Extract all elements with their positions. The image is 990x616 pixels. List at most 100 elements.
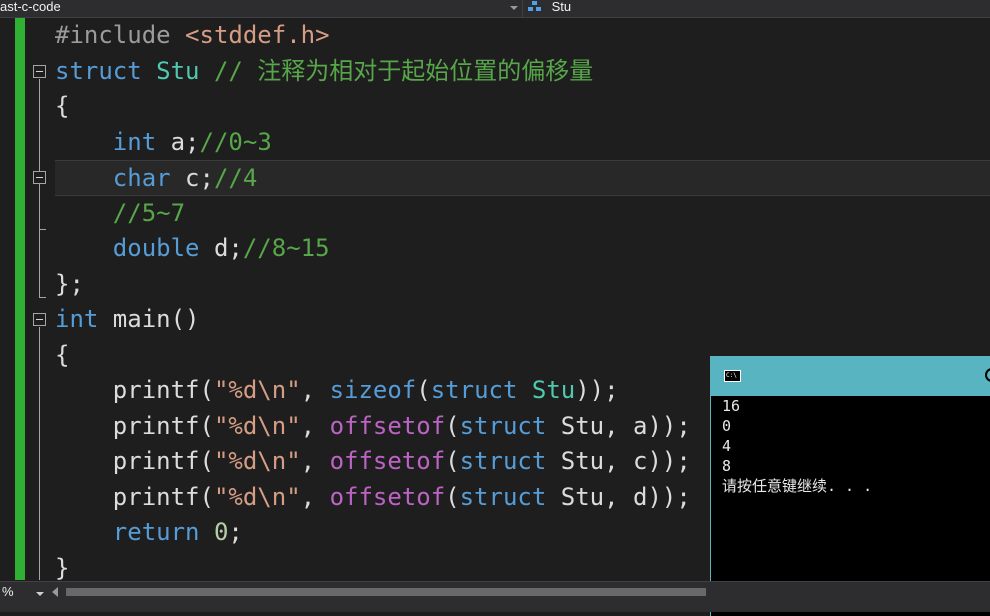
- code-token: //4: [213, 164, 258, 192]
- code-token: // 注释为相对于起始位置的偏移量: [213, 56, 594, 85]
- code-token: #include: [55, 21, 186, 49]
- code-token: Stu, a));: [546, 411, 691, 440]
- code-token: (: [416, 376, 431, 404]
- code-token: struct: [459, 447, 547, 475]
- code-token: double: [112, 234, 200, 262]
- indicator-margin: [0, 18, 14, 580]
- navigation-bar: ast-c-code Stu: [0, 0, 990, 18]
- navbar-divider: [522, 0, 523, 17]
- code-token: //5~7: [112, 198, 186, 227]
- console-line: 8: [722, 457, 732, 475]
- code-token: "%d\n": [213, 411, 301, 440]
- fold-guide-line: [39, 79, 40, 297]
- console-line: 4: [722, 437, 732, 455]
- code-token: "%d\n": [213, 482, 301, 511]
- code-token: Stu, c));: [546, 447, 691, 475]
- code-line[interactable]: {: [55, 89, 990, 125]
- code-token: a;: [156, 127, 200, 156]
- code-token: printf(: [55, 482, 214, 511]
- fold-guide-line: [39, 327, 40, 580]
- code-token: printf(: [55, 447, 214, 475]
- code-token: ;: [228, 518, 243, 546]
- window-control-icon[interactable]: [985, 368, 990, 382]
- console-window[interactable]: C:\ 16 0 4 8 请按任意键继续. . .: [710, 356, 990, 616]
- console-line: 16: [722, 397, 741, 415]
- code-token: (: [445, 482, 460, 511]
- code-token: struct: [55, 56, 157, 85]
- collapse-struct-icon[interactable]: [33, 65, 46, 78]
- code-token: sizeof: [329, 376, 417, 404]
- code-token: struct: [459, 482, 547, 511]
- fold-guide-end: [39, 297, 46, 298]
- code-line[interactable]: char c;//4: [55, 160, 990, 196]
- code-token: //8~15: [242, 234, 330, 262]
- zoom-level: %: [2, 584, 14, 599]
- code-token: {: [55, 340, 70, 369]
- chevron-down-icon[interactable]: [36, 592, 44, 596]
- code-token: };: [55, 269, 84, 298]
- collapse-main-icon[interactable]: [33, 313, 46, 326]
- code-token: ,: [300, 376, 330, 404]
- code-token: printf(: [55, 376, 214, 404]
- code-token: }: [55, 553, 70, 582]
- chevron-down-icon[interactable]: [510, 6, 518, 10]
- code-line[interactable]: int main(): [55, 302, 990, 338]
- console-app-icon: C:\: [724, 370, 741, 382]
- code-token: ,: [300, 411, 330, 440]
- code-token: d;: [199, 234, 243, 262]
- code-token: Stu, d));: [546, 482, 691, 511]
- scope-dropdown[interactable]: Stu: [528, 0, 571, 17]
- code-token: printf(: [55, 411, 214, 440]
- code-token: offsetof: [329, 447, 446, 475]
- code-token: //0~3: [199, 127, 272, 156]
- code-token: char: [112, 164, 171, 192]
- console-line: 请按任意键继续. . .: [722, 477, 873, 495]
- code-token: Stu: [156, 56, 214, 85]
- code-token: struct: [459, 411, 547, 440]
- code-token: "%d\n": [213, 447, 301, 475]
- code-line[interactable]: double d;//8~15: [55, 231, 990, 267]
- zoom-dropdown[interactable]: %: [0, 584, 48, 600]
- collapse-comment-icon[interactable]: [33, 171, 46, 184]
- outlining-margin: [26, 18, 52, 580]
- fold-guide-end: [39, 229, 46, 230]
- project-name: ast-c-code: [0, 0, 61, 14]
- code-line[interactable]: //5~7: [55, 196, 990, 232]
- scroll-left-icon[interactable]: [52, 587, 58, 597]
- code-token: "%d\n": [213, 376, 301, 404]
- console-output: 16 0 4 8 请按任意键继续. . .: [722, 396, 990, 496]
- console-line: 0: [722, 417, 732, 435]
- code-line[interactable]: };: [55, 267, 990, 303]
- console-title-bar[interactable]: C:\: [711, 356, 990, 396]
- code-token: 0: [213, 518, 229, 546]
- code-token: c;: [170, 164, 214, 192]
- code-token: struct: [430, 376, 518, 404]
- code-token: main(): [98, 305, 200, 333]
- code-token: int: [112, 127, 157, 156]
- code-token: offsetof: [329, 411, 446, 440]
- project-dropdown[interactable]: ast-c-code: [0, 0, 522, 17]
- code-token: offsetof: [329, 482, 446, 511]
- code-token: int: [55, 305, 99, 333]
- code-token: Stu: [531, 376, 576, 404]
- code-line[interactable]: int a;//0~3: [55, 125, 990, 161]
- code-token: <stddef.h>: [185, 21, 330, 49]
- code-token: ,: [300, 447, 330, 475]
- horizontal-scrollbar-thumb[interactable]: [66, 588, 706, 596]
- struct-icon: [528, 1, 542, 12]
- code-token: {: [55, 92, 70, 120]
- change-tracking-bar: [15, 18, 25, 580]
- code-token: ));: [575, 376, 619, 404]
- code-token: return: [112, 518, 200, 546]
- code-line[interactable]: #include <stddef.h>: [55, 18, 990, 54]
- editor-bottom-bar: %: [0, 581, 990, 612]
- code-token: (: [445, 411, 460, 440]
- code-line[interactable]: struct Stu // 注释为相对于起始位置的偏移量: [55, 54, 990, 90]
